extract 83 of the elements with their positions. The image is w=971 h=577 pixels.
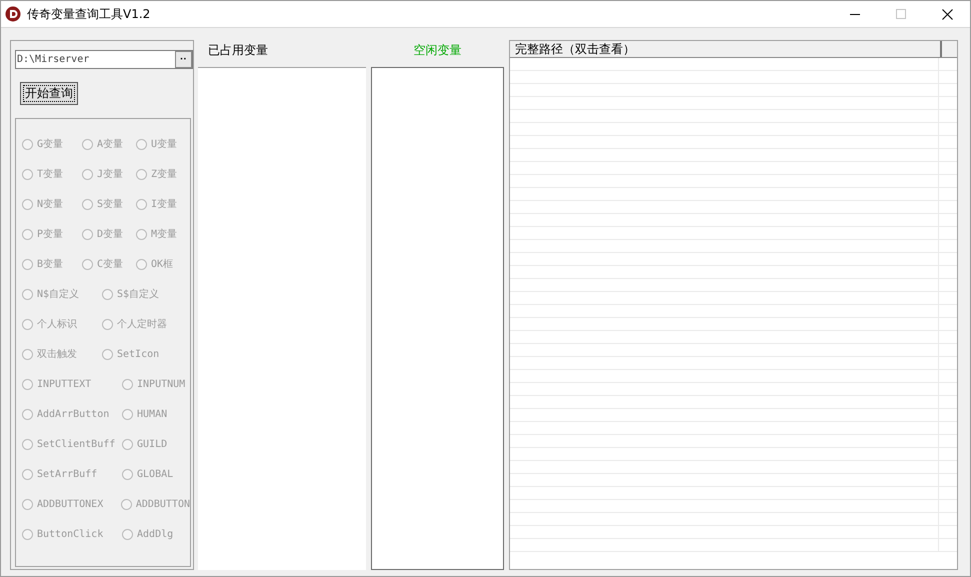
list-title: 已占用变量 [208,43,269,57]
radio-label: ADDBUTTON [136,498,190,510]
table-row[interactable] [510,292,957,305]
radio-label: G变量 [37,138,64,151]
table-row[interactable] [510,201,957,214]
radio-label: HUMAN [137,408,168,420]
radio-label: T变量 [37,168,64,181]
path-field[interactable]: D:\Mirserver ·· [15,50,193,69]
radio-label: Z变量 [151,168,178,181]
table-row[interactable] [510,84,957,97]
radio-label: I变量 [151,198,178,211]
radio-label: INPUTTEXT [37,378,92,390]
radio-label: INPUTNUM [137,378,186,390]
table-row[interactable] [510,279,957,292]
query-button[interactable]: 开始查询 [20,82,78,105]
table-row[interactable] [510,188,957,201]
radio-label: AddArrButton [37,408,110,420]
table-row[interactable] [510,136,957,149]
table-row[interactable] [510,461,957,474]
browse-button[interactable]: ·· [175,51,192,68]
table-row[interactable] [510,162,957,175]
radio-label: U变量 [151,138,178,151]
table-row[interactable] [510,396,957,409]
table-row[interactable] [510,305,957,318]
table-row[interactable] [510,318,957,331]
radio-label: J变量 [97,168,124,181]
table-row[interactable] [510,266,957,279]
radio-label: C变量 [97,258,124,271]
table-row[interactable] [510,370,957,383]
radio-label: AddDlg [137,528,174,540]
app-logo-icon [5,6,21,22]
radio-label: SetIcon [117,348,160,360]
radio-label: SetArrBuff [37,468,98,480]
table-row[interactable] [510,331,957,344]
radio-label: GLOBAL [137,468,174,480]
table-row[interactable] [510,149,957,162]
radio-label: N$自定义 [37,288,80,301]
table-row[interactable] [510,422,957,435]
table-row[interactable] [510,500,957,513]
table-row[interactable] [510,110,957,123]
table-row[interactable] [510,97,957,110]
radio-label: S$自定义 [117,288,160,301]
radio-label: B变量 [37,258,64,271]
radio-label: N变量 [37,198,64,211]
radio-label: SetClientBuff [37,438,116,450]
list-title: 空闲变量 [412,43,462,57]
table-row[interactable] [510,357,957,370]
radio-label: 个人标识 [37,318,77,331]
free-variable-list[interactable] [371,67,504,570]
table-row[interactable] [510,344,957,357]
radio-label: 双击触发 [37,348,77,361]
radio-label: 个人定时器 [117,318,167,331]
table-row[interactable] [510,71,957,84]
table-row[interactable] [510,253,957,266]
radio-label: GUILD [137,438,168,450]
table-row[interactable] [510,409,957,422]
table-row[interactable] [510,487,957,500]
table-row[interactable] [510,513,957,526]
maximize-icon [896,9,906,19]
table-row[interactable] [510,227,957,240]
radio-label: ButtonClick [37,528,104,540]
table-row[interactable] [510,526,957,539]
radio-label: M变量 [151,228,178,241]
table-row[interactable] [510,435,957,448]
radio-label: OK框 [151,258,174,271]
radio-label: D变量 [97,228,124,241]
radio-label: A变量 [97,138,124,151]
table-row[interactable] [510,58,957,71]
radio-label: ADDBUTTONEX [37,498,104,510]
table-row[interactable] [510,539,957,552]
used-variable-list[interactable] [198,67,366,570]
close-icon [942,8,952,20]
window-title: 传奇变量查询工具V1.2 [27,6,150,22]
table-row[interactable] [510,448,957,461]
path-table[interactable]: 完整路径（双击查看） [509,40,958,570]
radio-label: S变量 [97,198,124,211]
table-row[interactable] [510,175,957,188]
table-row[interactable] [510,383,957,396]
radio-label: P变量 [37,228,64,241]
table-row[interactable] [510,240,957,253]
table-row[interactable] [510,214,957,227]
table-row[interactable] [510,474,957,487]
table-row[interactable] [510,123,957,136]
